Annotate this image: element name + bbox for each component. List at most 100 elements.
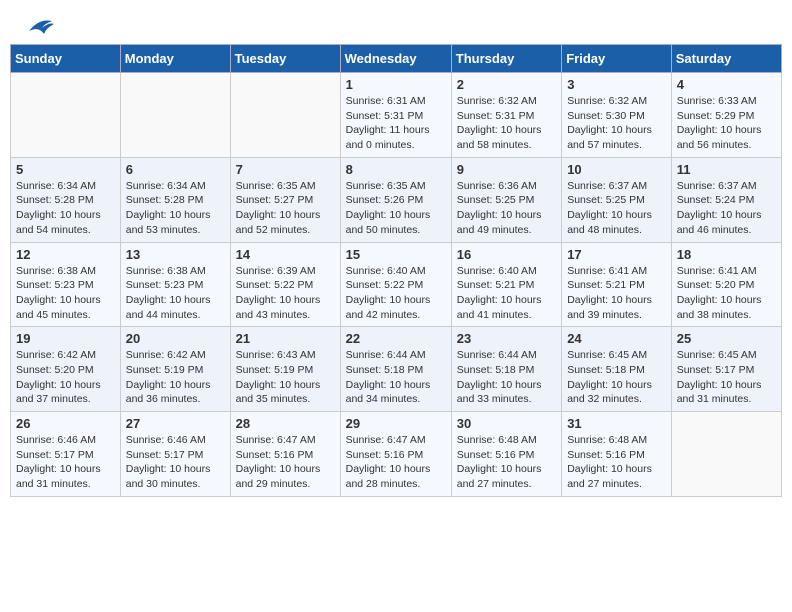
page-header: [0, 0, 792, 44]
calendar-cell: 3 Sunrise: 6:32 AM Sunset: 5:30 PM Daylig…: [562, 73, 672, 158]
calendar-cell: [11, 73, 121, 158]
day-number: 30: [457, 416, 556, 431]
calendar-cell: 21Sunrise: 6:43 AM Sunset: 5:19 PM Dayli…: [230, 327, 340, 412]
day-info: Sunrise: 6:39 AM Sunset: 5:22 PM Dayligh…: [236, 264, 335, 323]
calendar-cell: 23Sunrise: 6:44 AM Sunset: 5:18 PM Dayli…: [451, 327, 561, 412]
calendar-header-row: SundayMondayTuesdayWednesdayThursdayFrid…: [11, 45, 782, 73]
day-info: Sunrise: 6:45 AM Sunset: 5:18 PM Dayligh…: [567, 348, 666, 407]
day-number: 5: [16, 162, 115, 177]
weekday-header: Sunday: [11, 45, 121, 73]
calendar-cell: 5Sunrise: 6:34 AM Sunset: 5:28 PM Daylig…: [11, 157, 121, 242]
day-info: Sunrise: 6:35 AM Sunset: 5:27 PM Dayligh…: [236, 179, 335, 238]
day-number: 7: [236, 162, 335, 177]
day-number: 4: [677, 77, 776, 92]
calendar-cell: 27Sunrise: 6:46 AM Sunset: 5:17 PM Dayli…: [120, 412, 230, 497]
day-number: 8: [346, 162, 446, 177]
logo: [20, 16, 54, 36]
calendar-cell: 29 Sunrise: 6:47 AM Sunset: 5:16 PM Dayli…: [340, 412, 451, 497]
calendar-week-row: 5Sunrise: 6:34 AM Sunset: 5:28 PM Daylig…: [11, 157, 782, 242]
calendar-cell: 1 Sunrise: 6:31 AM Sunset: 5:31 PM Daylig…: [340, 73, 451, 158]
day-number: 9: [457, 162, 556, 177]
day-info: Sunrise: 6:37 AM Sunset: 5:25 PM Dayligh…: [567, 179, 666, 238]
day-info: Sunrise: 6:40 AM Sunset: 5:21 PM Dayligh…: [457, 264, 556, 323]
day-info: Sunrise: 6:45 AM Sunset: 5:17 PM Dayligh…: [677, 348, 776, 407]
calendar-cell: 4 Sunrise: 6:33 AM Sunset: 5:29 PM Daylig…: [671, 73, 781, 158]
day-info: Sunrise: 6:46 AM Sunset: 5:17 PM Dayligh…: [16, 433, 115, 492]
calendar-week-row: 12 Sunrise: 6:38 AM Sunset: 5:23 PM Dayli…: [11, 242, 782, 327]
calendar-cell: 7 Sunrise: 6:35 AM Sunset: 5:27 PM Daylig…: [230, 157, 340, 242]
calendar-cell: 11 Sunrise: 6:37 AM Sunset: 5:24 PM Dayli…: [671, 157, 781, 242]
day-info: Sunrise: 6:48 AM Sunset: 5:16 PM Dayligh…: [567, 433, 666, 492]
day-number: 31: [567, 416, 666, 431]
calendar-cell: 2 Sunrise: 6:32 AM Sunset: 5:31 PM Daylig…: [451, 73, 561, 158]
day-number: 24: [567, 331, 666, 346]
calendar-cell: 10 Sunrise: 6:37 AM Sunset: 5:25 PM Dayli…: [562, 157, 672, 242]
day-info: Sunrise: 6:32 AM Sunset: 5:30 PM Dayligh…: [567, 94, 666, 153]
day-number: 6: [126, 162, 225, 177]
day-number: 26: [16, 416, 115, 431]
day-info: Sunrise: 6:37 AM Sunset: 5:24 PM Dayligh…: [677, 179, 776, 238]
day-number: 1: [346, 77, 446, 92]
calendar-cell: 16 Sunrise: 6:40 AM Sunset: 5:21 PM Dayli…: [451, 242, 561, 327]
calendar-cell: [230, 73, 340, 158]
day-info: Sunrise: 6:41 AM Sunset: 5:20 PM Dayligh…: [677, 264, 776, 323]
calendar-cell: 31 Sunrise: 6:48 AM Sunset: 5:16 PM Dayli…: [562, 412, 672, 497]
day-info: Sunrise: 6:31 AM Sunset: 5:31 PM Dayligh…: [346, 94, 446, 153]
weekday-header: Thursday: [451, 45, 561, 73]
calendar-cell: 24 Sunrise: 6:45 AM Sunset: 5:18 PM Dayli…: [562, 327, 672, 412]
weekday-header: Saturday: [671, 45, 781, 73]
calendar-cell: [120, 73, 230, 158]
day-info: Sunrise: 6:42 AM Sunset: 5:20 PM Dayligh…: [16, 348, 115, 407]
weekday-header: Friday: [562, 45, 672, 73]
weekday-header: Wednesday: [340, 45, 451, 73]
calendar-cell: 12 Sunrise: 6:38 AM Sunset: 5:23 PM Dayli…: [11, 242, 121, 327]
day-info: Sunrise: 6:38 AM Sunset: 5:23 PM Dayligh…: [16, 264, 115, 323]
day-number: 16: [457, 247, 556, 262]
day-info: Sunrise: 6:32 AM Sunset: 5:31 PM Dayligh…: [457, 94, 556, 153]
day-number: 21: [236, 331, 335, 346]
calendar-cell: 30 Sunrise: 6:48 AM Sunset: 5:16 PM Dayli…: [451, 412, 561, 497]
calendar-cell: 22Sunrise: 6:44 AM Sunset: 5:18 PM Dayli…: [340, 327, 451, 412]
calendar-cell: 26 Sunrise: 6:46 AM Sunset: 5:17 PM Dayli…: [11, 412, 121, 497]
calendar-cell: 25Sunrise: 6:45 AM Sunset: 5:17 PM Dayli…: [671, 327, 781, 412]
logo-bird-icon: [24, 16, 54, 36]
day-info: Sunrise: 6:42 AM Sunset: 5:19 PM Dayligh…: [126, 348, 225, 407]
day-info: Sunrise: 6:40 AM Sunset: 5:22 PM Dayligh…: [346, 264, 446, 323]
day-info: Sunrise: 6:47 AM Sunset: 5:16 PM Dayligh…: [346, 433, 446, 492]
calendar-cell: 8 Sunrise: 6:35 AM Sunset: 5:26 PM Daylig…: [340, 157, 451, 242]
day-info: Sunrise: 6:41 AM Sunset: 5:21 PM Dayligh…: [567, 264, 666, 323]
day-number: 17: [567, 247, 666, 262]
day-number: 20: [126, 331, 225, 346]
calendar-week-row: 1 Sunrise: 6:31 AM Sunset: 5:31 PM Daylig…: [11, 73, 782, 158]
calendar-cell: 28Sunrise: 6:47 AM Sunset: 5:16 PM Dayli…: [230, 412, 340, 497]
calendar-week-row: 26 Sunrise: 6:46 AM Sunset: 5:17 PM Dayli…: [11, 412, 782, 497]
calendar-cell: 9 Sunrise: 6:36 AM Sunset: 5:25 PM Daylig…: [451, 157, 561, 242]
calendar-cell: 13Sunrise: 6:38 AM Sunset: 5:23 PM Dayli…: [120, 242, 230, 327]
day-info: Sunrise: 6:33 AM Sunset: 5:29 PM Dayligh…: [677, 94, 776, 153]
day-number: 2: [457, 77, 556, 92]
calendar-cell: 17 Sunrise: 6:41 AM Sunset: 5:21 PM Dayli…: [562, 242, 672, 327]
day-number: 27: [126, 416, 225, 431]
day-number: 10: [567, 162, 666, 177]
calendar-cell: 20 Sunrise: 6:42 AM Sunset: 5:19 PM Dayli…: [120, 327, 230, 412]
day-info: Sunrise: 6:36 AM Sunset: 5:25 PM Dayligh…: [457, 179, 556, 238]
day-number: 29: [346, 416, 446, 431]
day-info: Sunrise: 6:44 AM Sunset: 5:18 PM Dayligh…: [457, 348, 556, 407]
calendar-cell: 6Sunrise: 6:34 AM Sunset: 5:28 PM Daylig…: [120, 157, 230, 242]
day-info: Sunrise: 6:44 AM Sunset: 5:18 PM Dayligh…: [346, 348, 446, 407]
day-number: 14: [236, 247, 335, 262]
day-number: 3: [567, 77, 666, 92]
day-number: 28: [236, 416, 335, 431]
calendar-table: SundayMondayTuesdayWednesdayThursdayFrid…: [10, 44, 782, 497]
day-number: 11: [677, 162, 776, 177]
weekday-header: Tuesday: [230, 45, 340, 73]
day-info: Sunrise: 6:38 AM Sunset: 5:23 PM Dayligh…: [126, 264, 225, 323]
calendar-cell: 18Sunrise: 6:41 AM Sunset: 5:20 PM Dayli…: [671, 242, 781, 327]
weekday-header: Monday: [120, 45, 230, 73]
calendar-container: SundayMondayTuesdayWednesdayThursdayFrid…: [0, 44, 792, 507]
calendar-week-row: 19Sunrise: 6:42 AM Sunset: 5:20 PM Dayli…: [11, 327, 782, 412]
day-info: Sunrise: 6:35 AM Sunset: 5:26 PM Dayligh…: [346, 179, 446, 238]
day-info: Sunrise: 6:48 AM Sunset: 5:16 PM Dayligh…: [457, 433, 556, 492]
day-number: 12: [16, 247, 115, 262]
calendar-cell: 19Sunrise: 6:42 AM Sunset: 5:20 PM Dayli…: [11, 327, 121, 412]
